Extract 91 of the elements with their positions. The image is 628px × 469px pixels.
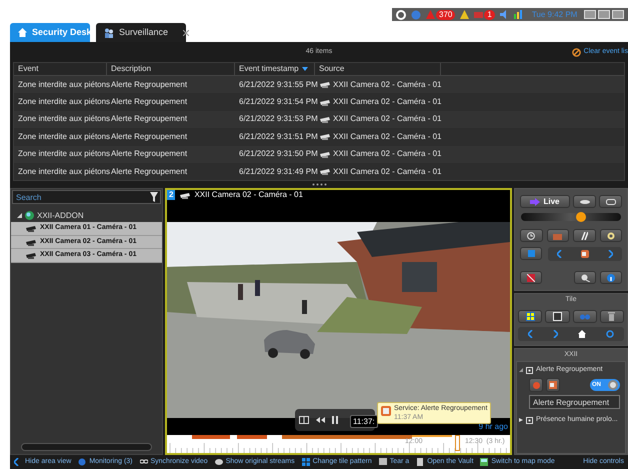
grid-icon bbox=[526, 312, 535, 322]
people-icon bbox=[104, 28, 114, 38]
map-icon bbox=[480, 458, 488, 466]
grid-icon bbox=[302, 458, 310, 466]
snapshot-button[interactable] bbox=[545, 310, 570, 324]
camera-card-button[interactable] bbox=[546, 378, 560, 392]
table-cell-text: 6/21/2022 9:31:55 PM bbox=[238, 78, 315, 91]
prohibited-icon bbox=[572, 48, 581, 57]
cloud-button[interactable] bbox=[573, 195, 596, 208]
splitter-grip-icon bbox=[312, 183, 326, 186]
image-icon bbox=[552, 312, 562, 322]
pause-icon bbox=[332, 416, 338, 424]
camera-icon bbox=[25, 252, 36, 260]
tile-number: 2 bbox=[167, 190, 176, 200]
blocked-camera-icon bbox=[527, 274, 535, 282]
marker-button[interactable] bbox=[573, 229, 596, 242]
warning-icon bbox=[460, 10, 470, 19]
clear-tile-button[interactable] bbox=[600, 310, 624, 324]
zoom-button[interactable] bbox=[574, 271, 596, 284]
camera-icon bbox=[319, 116, 330, 123]
tile-title: XXII Camera 02 - Caméra - 01 bbox=[194, 190, 303, 200]
time-label: 11:37: bbox=[350, 415, 378, 428]
camera-icon bbox=[319, 81, 330, 88]
chevron-left-icon bbox=[557, 250, 562, 258]
layout-icon bbox=[299, 416, 309, 424]
sort-descending-icon bbox=[302, 67, 308, 71]
column-header[interactable]: Event bbox=[14, 63, 107, 75]
table-cell-text: 6/21/2022 9:31:50 PM bbox=[238, 148, 315, 160]
trash-icon bbox=[608, 312, 616, 322]
tree-item[interactable]: XXII-ADDON bbox=[11, 209, 162, 222]
chevron-left-icon bbox=[528, 330, 533, 338]
speed-slider[interactable] bbox=[521, 213, 621, 222]
table-cell-text: 6/21/2022 9:31:53 PM bbox=[238, 113, 315, 126]
home-icon bbox=[18, 28, 27, 37]
info-button[interactable] bbox=[600, 271, 622, 284]
arrow-right-icon bbox=[530, 198, 540, 206]
live-button[interactable]: Live bbox=[520, 195, 570, 208]
info-icon bbox=[607, 274, 615, 282]
globe-icon bbox=[25, 211, 34, 220]
column-header[interactable]: Source bbox=[315, 63, 441, 75]
loop-icon bbox=[606, 198, 616, 205]
alert-icon bbox=[426, 10, 435, 19]
chevron-right-icon bbox=[553, 330, 558, 338]
link-icon bbox=[140, 458, 148, 466]
binoculars-icon bbox=[580, 314, 590, 320]
playback-cursor[interactable] bbox=[455, 435, 460, 452]
record-button[interactable] bbox=[600, 229, 622, 242]
stop-button[interactable] bbox=[520, 247, 542, 260]
clock-text: Tue 9:42 PM bbox=[532, 8, 578, 20]
filter-icon bbox=[150, 192, 158, 202]
camera-card-icon bbox=[549, 381, 557, 390]
window-icon bbox=[378, 458, 387, 466]
horizontal-scrollbar[interactable] bbox=[21, 443, 152, 451]
table-cell-text: 6/21/2022 9:31:51 PM bbox=[238, 130, 315, 143]
tab[interactable]: Surveillance bbox=[96, 23, 186, 42]
square-icon bbox=[528, 250, 534, 258]
zoom-icon bbox=[580, 274, 590, 282]
bar-chart-icon bbox=[514, 10, 523, 19]
notification-badge: 370 bbox=[436, 10, 456, 20]
record-icon bbox=[606, 232, 615, 240]
camera-icon bbox=[25, 225, 36, 232]
mail-icon bbox=[474, 10, 484, 19]
globe-icon bbox=[411, 10, 421, 20]
clock-icon bbox=[527, 232, 536, 240]
action-name-field[interactable]: Alerte Regroupement bbox=[529, 395, 620, 410]
clock-button[interactable] bbox=[520, 229, 542, 242]
camera-icon bbox=[319, 150, 330, 158]
camera-icon bbox=[25, 238, 36, 246]
camera-icon bbox=[319, 168, 330, 176]
column-header[interactable]: Event timestamp bbox=[235, 63, 315, 75]
search-field[interactable]: Search bbox=[12, 190, 161, 204]
home-icon bbox=[578, 330, 586, 338]
camera-switch-icon bbox=[580, 250, 589, 258]
table-cell-text: 6/21/2022 9:31:49 PM bbox=[238, 166, 315, 178]
column-header[interactable]: Description bbox=[107, 63, 235, 75]
table-cell-text: 6/21/2022 9:31:54 PM bbox=[238, 96, 315, 108]
camera-icon bbox=[319, 133, 330, 140]
camera-icon bbox=[319, 98, 330, 106]
refresh-icon bbox=[606, 330, 614, 338]
chip-icon bbox=[525, 366, 534, 375]
chip-icon bbox=[525, 416, 534, 425]
loop-button[interactable] bbox=[599, 195, 622, 208]
close-icon bbox=[183, 30, 190, 36]
block-camera-button[interactable] bbox=[520, 271, 542, 284]
speaker-icon bbox=[500, 10, 509, 19]
slider-thumb[interactable] bbox=[576, 212, 586, 222]
camera-icon bbox=[179, 192, 190, 200]
notification-badge: 1 bbox=[484, 10, 495, 20]
chevron-right-icon bbox=[608, 250, 613, 258]
marker-icon bbox=[580, 232, 588, 240]
tile-pattern-button[interactable] bbox=[518, 310, 542, 324]
